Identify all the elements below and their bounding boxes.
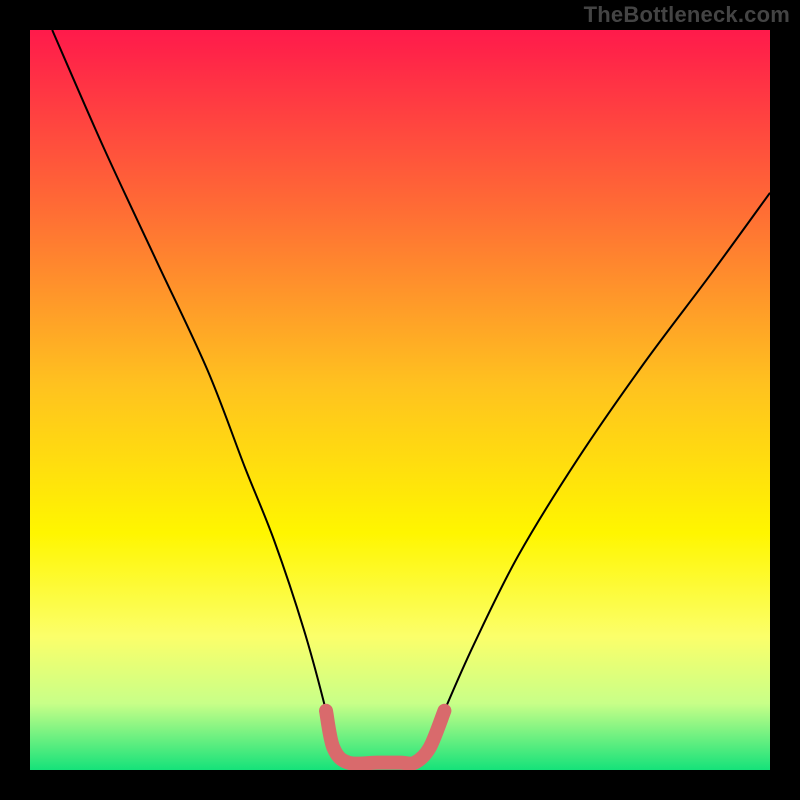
plot-background [30, 30, 770, 770]
bottleneck-chart [0, 0, 800, 800]
chart-stage: TheBottleneck.com [0, 0, 800, 800]
watermark-text: TheBottleneck.com [584, 2, 790, 28]
